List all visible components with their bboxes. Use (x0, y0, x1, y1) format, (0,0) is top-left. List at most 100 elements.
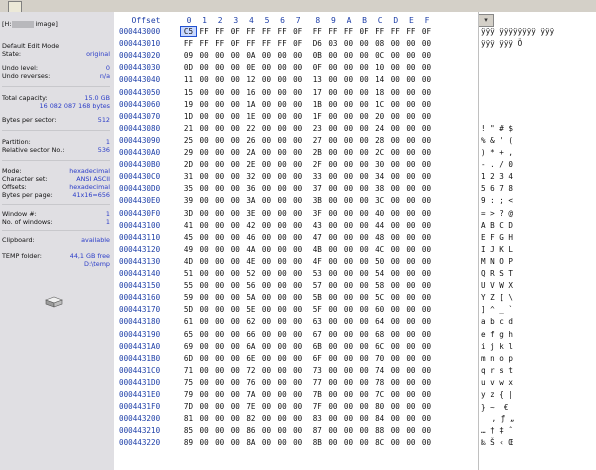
hex-byte[interactable]: 00 (197, 293, 212, 302)
text-column[interactable]: - . / 0 (481, 160, 593, 169)
hex-byte[interactable]: 52 (243, 269, 258, 278)
hex-byte[interactable]: 00 (357, 88, 372, 97)
hex-byte[interactable]: 00 (357, 172, 372, 181)
hex-byte[interactable]: FF (259, 39, 274, 48)
hex-byte[interactable]: 00 (419, 269, 434, 278)
hex-byte[interactable]: 3C (372, 196, 387, 205)
hex-byte[interactable]: 00 (259, 330, 274, 339)
hex-byte[interactable]: 00 (290, 233, 305, 242)
hex-byte[interactable]: 09 (181, 51, 196, 60)
hex-byte[interactable]: 64 (372, 317, 387, 326)
hex-byte[interactable]: 00 (357, 160, 372, 169)
hex-byte[interactable]: 00 (388, 51, 403, 60)
hex-byte[interactable]: 00 (228, 196, 243, 205)
hex-byte[interactable]: 00 (275, 390, 290, 399)
hex-byte[interactable]: 00 (419, 88, 434, 97)
hex-byte[interactable]: 00 (275, 124, 290, 133)
hex-byte[interactable]: 00 (325, 88, 340, 97)
hex-byte[interactable]: 00 (419, 160, 434, 169)
hex-byte[interactable]: FF (197, 39, 212, 48)
hex-byte[interactable]: 00 (403, 245, 418, 254)
hex-byte[interactable]: 00 (212, 317, 227, 326)
hex-byte[interactable]: 00 (403, 269, 418, 278)
hex-byte[interactable]: 00 (357, 209, 372, 218)
hex-byte[interactable]: 46 (243, 233, 258, 242)
hex-byte[interactable]: 33 (310, 172, 325, 181)
hex-byte[interactable]: 00 (197, 51, 212, 60)
hex-byte[interactable]: 88 (372, 426, 387, 435)
hex-byte[interactable]: 42 (243, 221, 258, 230)
hex-byte[interactable]: 2D (181, 160, 196, 169)
text-column[interactable]: m n o p (481, 354, 593, 363)
hex-byte[interactable]: 84 (372, 414, 387, 423)
hex-byte[interactable]: 5D (181, 305, 196, 314)
hex-byte[interactable]: 00 (357, 293, 372, 302)
hex-byte[interactable]: 00 (419, 196, 434, 205)
hex-byte[interactable]: 00 (228, 245, 243, 254)
hex-byte[interactable]: 6F (310, 354, 325, 363)
hex-byte[interactable]: 00 (419, 136, 434, 145)
hex-byte[interactable]: 00 (275, 402, 290, 411)
hex-byte[interactable]: 00 (325, 402, 340, 411)
hex-byte[interactable]: 29 (181, 148, 196, 157)
hex-byte[interactable]: 00 (212, 136, 227, 145)
hex-byte[interactable]: 00 (228, 330, 243, 339)
hex-byte[interactable]: 00 (325, 51, 340, 60)
hex-byte[interactable]: 32 (243, 172, 258, 181)
hex-byte[interactable]: 11 (181, 75, 196, 84)
hex-byte[interactable]: 40 (372, 209, 387, 218)
hex-byte[interactable]: 00 (388, 75, 403, 84)
hex-byte[interactable]: 00 (357, 124, 372, 133)
hex-byte[interactable]: 00 (212, 438, 227, 447)
hex-byte[interactable]: 00 (403, 366, 418, 375)
hex-byte[interactable]: 68 (372, 330, 387, 339)
hex-byte[interactable]: 0B (310, 51, 325, 60)
hex-byte[interactable]: 00 (259, 124, 274, 133)
hex-byte[interactable]: 00 (275, 172, 290, 181)
hex-byte[interactable]: 00 (228, 172, 243, 181)
hex-byte[interactable]: 00 (341, 221, 356, 230)
hex-byte[interactable]: 00 (290, 414, 305, 423)
hex-byte[interactable]: 00 (197, 221, 212, 230)
hex-byte[interactable]: 00 (275, 317, 290, 326)
hex-byte[interactable]: 72 (243, 366, 258, 375)
hex-byte[interactable]: 30 (372, 160, 387, 169)
hex-byte[interactable]: 53 (310, 269, 325, 278)
hex-byte[interactable]: 34 (372, 172, 387, 181)
hex-byte[interactable]: 00 (419, 233, 434, 242)
hex-byte[interactable]: 00 (388, 257, 403, 266)
hex-byte[interactable]: 00 (419, 39, 434, 48)
hex-byte[interactable]: 00 (228, 160, 243, 169)
hex-byte[interactable]: 00 (341, 100, 356, 109)
hex-byte[interactable]: 00 (341, 209, 356, 218)
hex-byte[interactable]: 00 (357, 184, 372, 193)
hex-byte[interactable]: 00 (388, 100, 403, 109)
hex-byte[interactable]: 24 (372, 124, 387, 133)
hex-byte[interactable]: 00 (197, 233, 212, 242)
hex-byte[interactable]: 6E (243, 354, 258, 363)
hex-byte[interactable]: 00 (228, 124, 243, 133)
text-column[interactable]: u v w x (481, 378, 593, 387)
hex-byte[interactable]: 38 (372, 184, 387, 193)
hex-byte[interactable]: 00 (212, 366, 227, 375)
hex-byte[interactable]: 00 (341, 245, 356, 254)
hex-byte[interactable]: 00 (259, 184, 274, 193)
hex-byte[interactable]: 00 (325, 342, 340, 351)
hex-byte[interactable]: 00 (341, 257, 356, 266)
text-column[interactable]: 5 6 7 8 (481, 184, 593, 193)
hex-byte[interactable]: 00 (212, 196, 227, 205)
hex-byte[interactable]: 00 (325, 221, 340, 230)
hex-byte[interactable]: 00 (403, 414, 418, 423)
hex-byte[interactable]: 00 (357, 390, 372, 399)
hex-byte[interactable]: 00 (212, 88, 227, 97)
hex-byte[interactable]: 00 (341, 305, 356, 314)
hex-byte[interactable]: 69 (181, 342, 196, 351)
hex-byte[interactable]: 00 (259, 317, 274, 326)
hex-byte[interactable]: 66 (243, 330, 258, 339)
hex-byte[interactable]: 7D (181, 402, 196, 411)
hex-byte[interactable]: 00 (403, 426, 418, 435)
hex-byte[interactable]: 00 (341, 172, 356, 181)
hex-byte[interactable]: 00 (341, 196, 356, 205)
hex-byte[interactable]: 4F (310, 257, 325, 266)
hex-byte[interactable]: 00 (290, 63, 305, 72)
